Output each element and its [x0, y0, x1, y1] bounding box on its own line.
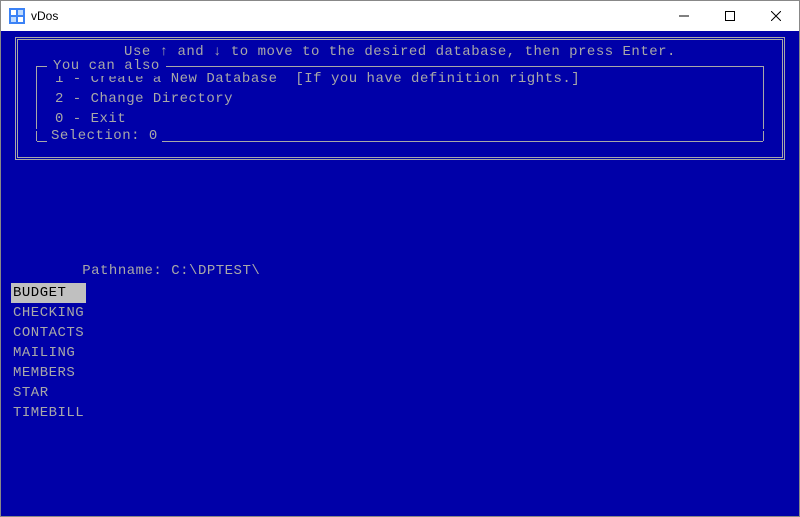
- terminal-area: Use ↑ and ↓ to move to the desired datab…: [1, 31, 799, 516]
- database-item[interactable]: STAR: [11, 383, 51, 403]
- database-item[interactable]: CHECKING: [11, 303, 86, 323]
- database-item[interactable]: CONTACTS: [11, 323, 86, 343]
- selection-value[interactable]: 0: [149, 128, 158, 144]
- content-area: Pathname: C:\DPTEST\ BUDGET CHECKINGCONT…: [5, 241, 795, 423]
- option-change-directory[interactable]: 2 - Change Directory: [37, 89, 763, 109]
- options-legend: You can also: [47, 56, 166, 76]
- pathname-value: C:\DPTEST\: [171, 263, 260, 279]
- close-button[interactable]: [753, 1, 799, 31]
- option-exit[interactable]: 0 - Exit: [37, 109, 763, 129]
- minimize-button[interactable]: [661, 1, 707, 31]
- instruction-box: Use ↑ and ↓ to move to the desired datab…: [15, 37, 785, 160]
- database-item[interactable]: MAILING: [11, 343, 77, 363]
- app-icon: [9, 8, 25, 24]
- pathname-label: Pathname:: [82, 263, 171, 279]
- database-list[interactable]: BUDGET CHECKINGCONTACTSMAILINGMEMBERSSTA…: [11, 283, 795, 423]
- window-title: vDos: [31, 9, 58, 23]
- database-item[interactable]: MEMBERS: [11, 363, 77, 383]
- selection-label: Selection: 0: [47, 126, 162, 146]
- maximize-button[interactable]: [707, 1, 753, 31]
- titlebar[interactable]: vDos: [1, 1, 799, 31]
- selection-line: Selection: 0: [36, 131, 764, 151]
- database-item[interactable]: BUDGET: [11, 283, 86, 303]
- options-group: You can also 1 - Create a New Database […: [36, 66, 764, 129]
- app-window: vDos Use ↑ and ↓ to move to the desired …: [0, 0, 800, 517]
- database-item[interactable]: TIMEBILL: [11, 403, 86, 423]
- pathname-row: Pathname: C:\DPTEST\: [5, 241, 795, 261]
